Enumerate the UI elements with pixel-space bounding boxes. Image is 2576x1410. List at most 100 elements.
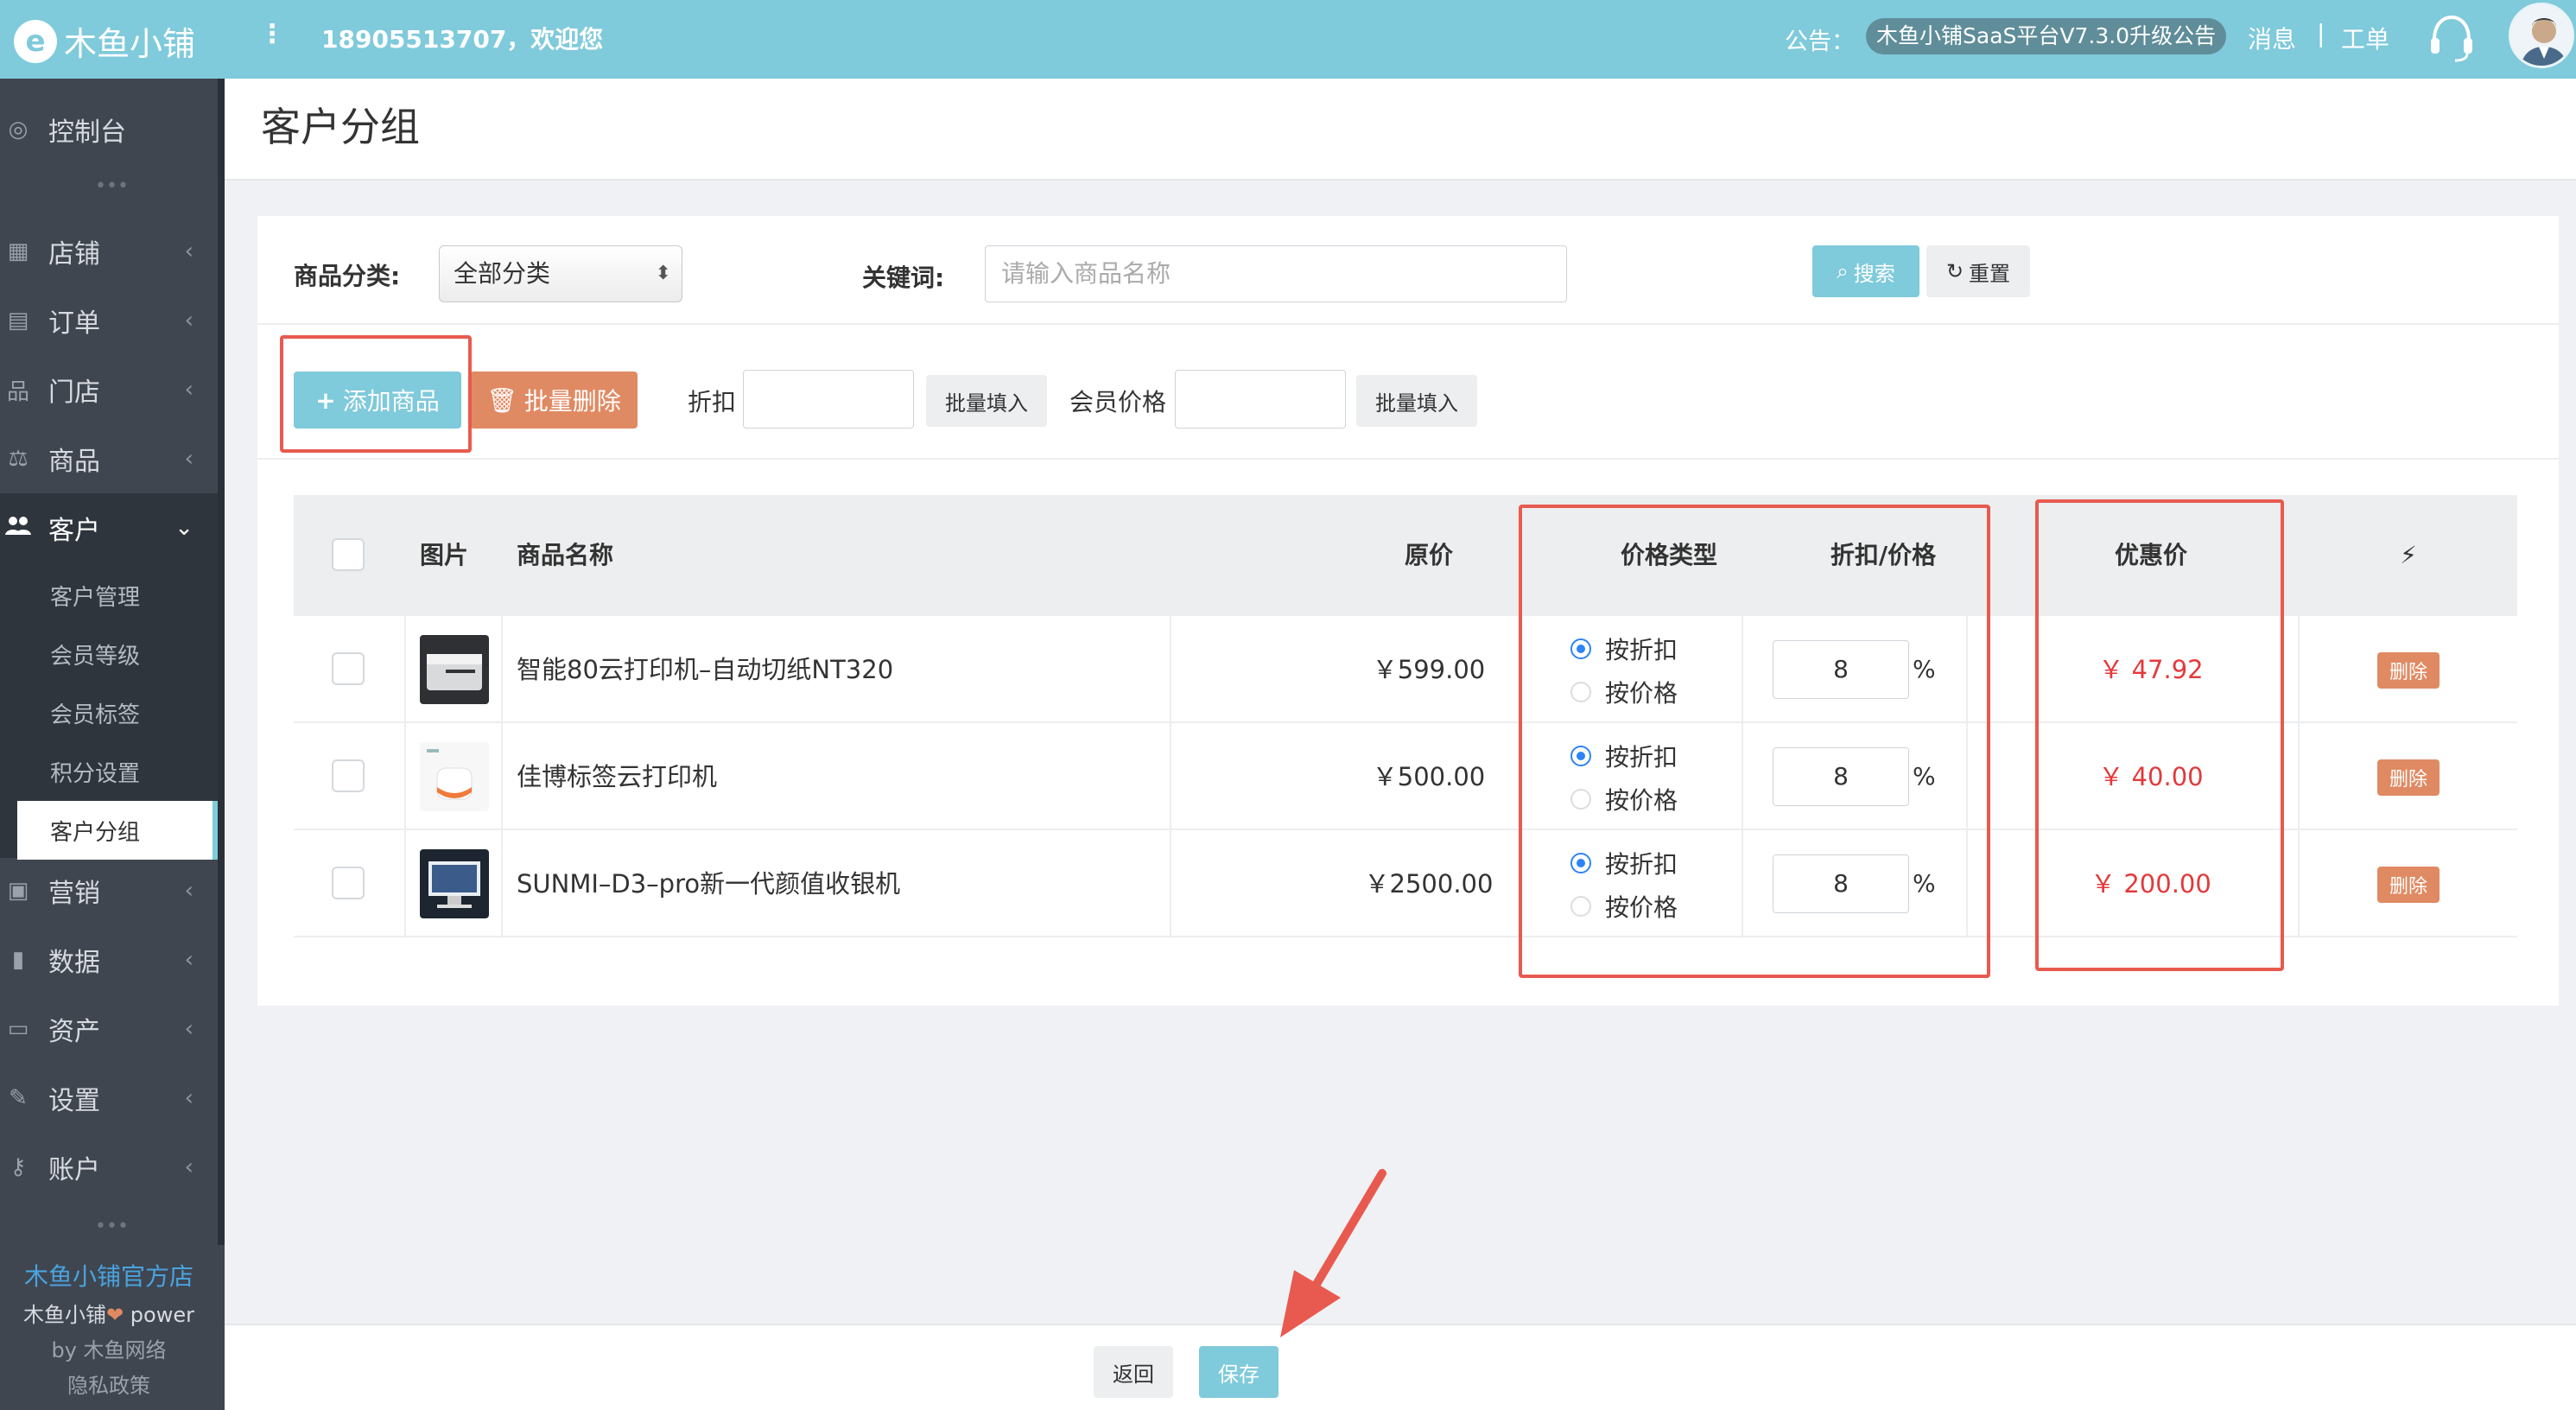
sidebar-item-label: 客户 (48, 516, 100, 546)
chevron-left-icon: ‹ (184, 1016, 194, 1042)
customer-submenu: 客户管理 会员等级 会员标签 积分设置 客户分组 (0, 562, 218, 860)
sidebar-item-orders[interactable]: ▤ 订单 ‹ (0, 286, 218, 355)
product-image (420, 849, 489, 918)
batch-delete-label: 批量删除 (523, 387, 621, 416)
sidebar-item-label: 营销 (48, 879, 100, 909)
sidebar-footer: 木鱼小铺官方店 木鱼小铺❤ power by 木鱼网络 隐私政策 (0, 1258, 218, 1399)
save-button[interactable]: 保存 (1199, 1346, 1278, 1398)
select-arrows-icon: ⬍ (655, 263, 671, 284)
power-word: power (124, 1303, 194, 1327)
cell-divider (1170, 830, 1171, 936)
submenu-member-tag[interactable]: 会员标签 (17, 683, 218, 742)
highlight-price-type-column (1519, 505, 1990, 978)
search-button[interactable]: ⌕ 搜索 (1812, 245, 1919, 297)
sidebar: ◎ 控制台 ••• ▦ 店铺 ‹ ▤ 订单 ‹ 品 门店 ‹ ⚖ 商品 ‹ 客户… (0, 79, 225, 1410)
sidebar-item-customers[interactable]: 客户 ⌄ (0, 493, 218, 562)
batch-fill-discount-button[interactable]: 批量填入 (926, 375, 1047, 427)
cell-divider (404, 723, 406, 829)
chart-icon: ▮ (11, 947, 25, 973)
sidebar-item-label: 数据 (48, 948, 100, 978)
privacy-link[interactable]: 隐私政策 (0, 1369, 218, 1399)
divider (257, 458, 2559, 460)
row-checkbox[interactable] (332, 759, 365, 792)
cell-divider (404, 616, 406, 721)
welcome-text: 18905513707，欢迎您 (321, 25, 604, 54)
headset-icon[interactable] (2427, 12, 2476, 67)
divider (257, 323, 2559, 325)
batch-fill-price-button[interactable]: 批量填入 (1356, 375, 1477, 427)
notice-link[interactable]: 木鱼小铺SaaS平台V7.3.0升级公告 (1866, 18, 2227, 54)
page-title: 客户分组 (261, 104, 420, 150)
reset-label: 重置 (1969, 261, 2011, 286)
logo-icon: e (14, 19, 57, 63)
sidebar-item-store[interactable]: ▦ 店铺 ‹ (0, 217, 218, 286)
submenu-points-settings[interactable]: 积分设置 (17, 742, 218, 801)
batch-delete-button[interactable]: 🗑 批量删除 (470, 372, 638, 429)
logo[interactable]: e 木鱼小铺 (14, 17, 195, 65)
sidebar-item-assets[interactable]: ▭ 资产 ‹ (0, 994, 218, 1064)
top-bar: e 木鱼小铺 ⋮ 18905513707，欢迎您 公告： 木鱼小铺SaaS平台V… (0, 0, 2576, 79)
users-icon (3, 514, 33, 543)
sidebar-item-outlets[interactable]: 品 门店 ‹ (0, 355, 218, 424)
keyword-input[interactable]: 请输入商品名称 (985, 245, 1567, 302)
row-checkbox[interactable] (332, 652, 365, 685)
submenu-customer-management[interactable]: 客户管理 (17, 566, 218, 625)
chevron-left-icon: ‹ (184, 308, 194, 333)
sidebar-item-dashboard[interactable]: ◎ 控制台 (0, 95, 218, 164)
bottom-bar: 返回 保存 (225, 1324, 2576, 1410)
category-label: 商品分类: (294, 262, 401, 290)
chevron-left-icon: ‹ (184, 1154, 194, 1180)
submenu-customer-group[interactable]: 客户分组 (17, 801, 218, 860)
category-select-value: 全部分类 (454, 259, 551, 288)
vertical-dots-icon[interactable]: ⋮ (259, 19, 285, 49)
messages-link[interactable]: 消息 (2248, 21, 2296, 55)
delete-row-button[interactable]: 删除 (2377, 759, 2440, 796)
search-icon: ⌕ (1837, 259, 1849, 283)
row-checkbox[interactable] (332, 867, 365, 899)
highlight-add-product (280, 335, 472, 453)
batch-discount-input[interactable] (743, 370, 914, 429)
delete-row-button[interactable]: 删除 (2377, 867, 2440, 903)
page-header: 客户分组 (225, 79, 2576, 181)
delete-row-button[interactable]: 删除 (2377, 652, 2440, 689)
sidebar-item-label: 商品 (48, 447, 100, 477)
annotation-arrow-icon (1270, 1166, 1399, 1343)
reset-button[interactable]: ↻ 重置 (1926, 245, 2030, 297)
batch-member-price-input[interactable] (1175, 370, 1346, 429)
product-image (420, 635, 489, 704)
sidebar-item-account[interactable]: ⚷ 账户 ‹ (0, 1133, 218, 1202)
chevron-left-icon: ‹ (184, 1085, 194, 1111)
sidebar-scrollbar[interactable] (218, 79, 225, 1245)
sidebar-item-label: 订单 (48, 308, 100, 339)
member-price-label: 会员价格 (1069, 388, 1167, 416)
header-image: 图片 (420, 541, 469, 569)
back-button[interactable]: 返回 (1094, 1346, 1173, 1398)
product-name: 佳博标签云打印机 (517, 762, 718, 791)
chevron-left-icon: ‹ (184, 878, 194, 904)
wrench-icon: ✎ (9, 1085, 28, 1111)
sidebar-item-marketing[interactable]: ▣ 营销 ‹ (0, 856, 218, 925)
avatar[interactable] (2509, 3, 2574, 68)
sidebar-item-data[interactable]: ▮ 数据 ‹ (0, 925, 218, 994)
category-select[interactable]: 全部分类 ⬍ (439, 245, 682, 302)
select-all-checkbox[interactable] (332, 538, 365, 571)
power-text: 木鱼小铺❤ power (0, 1298, 218, 1328)
chevron-down-icon: ⌄ (174, 515, 194, 541)
sidebar-item-settings[interactable]: ✎ 设置 ‹ (0, 1064, 218, 1133)
official-shop-link[interactable]: 木鱼小铺官方店 (0, 1258, 218, 1292)
submenu-member-level[interactable]: 会员等级 (17, 625, 218, 683)
power-brand: 木鱼小铺 (23, 1303, 107, 1327)
marketing-icon: ▣ (7, 878, 29, 904)
refresh-icon: ↻ (1945, 259, 1964, 283)
cell-divider (501, 616, 503, 721)
org-icon: 品 (6, 378, 29, 405)
ticket-link[interactable]: 工单 (2341, 21, 2389, 55)
discount-label: 折扣 (688, 388, 737, 416)
sidebar-ellipsis: ••• (95, 1216, 129, 1237)
search-label: 搜索 (1853, 261, 1895, 286)
highlight-promo-price-column (2035, 499, 2284, 971)
sidebar-ellipsis: ••• (95, 175, 129, 197)
order-icon: ▤ (7, 308, 29, 333)
product-image (420, 742, 489, 811)
sidebar-item-products[interactable]: ⚖ 商品 ‹ (0, 424, 218, 493)
